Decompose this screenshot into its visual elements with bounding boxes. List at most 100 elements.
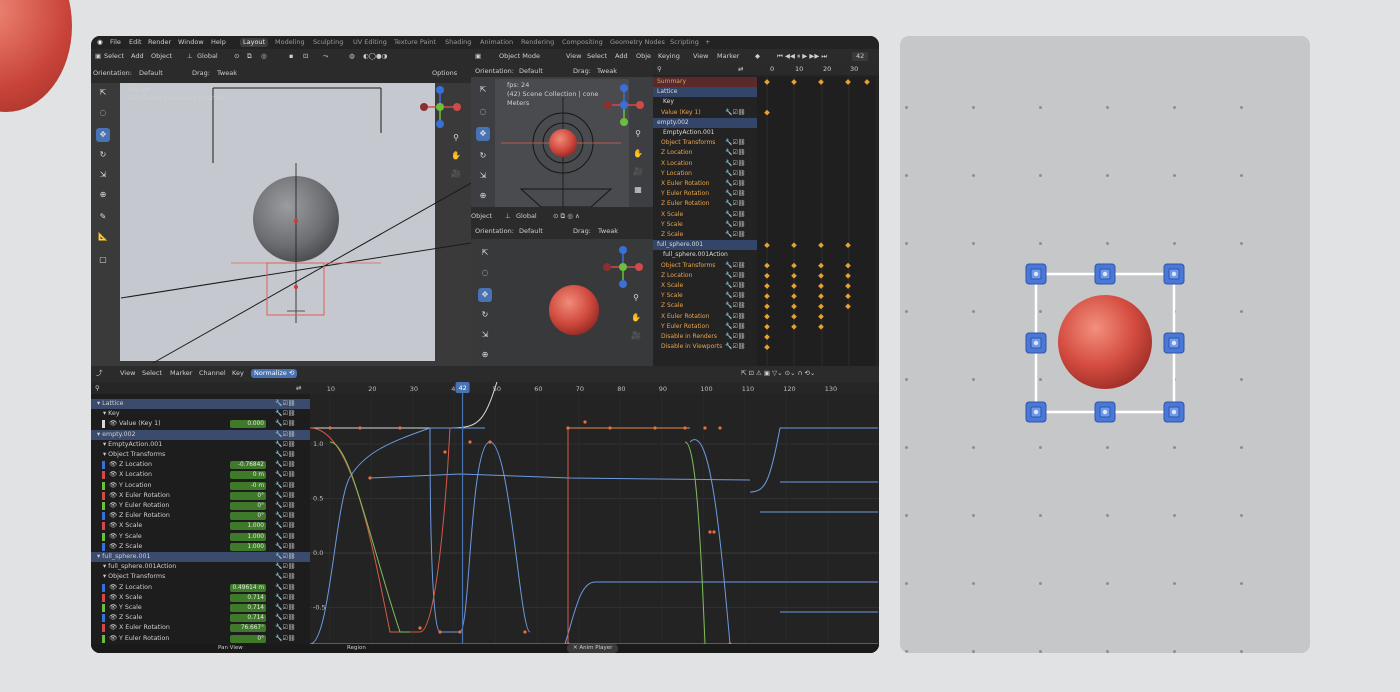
transform-tool-icon-3[interactable]: ⊕ <box>478 348 492 362</box>
tab-rendering[interactable]: Rendering <box>521 38 554 47</box>
graph-channel-row[interactable]: 👁 Z Location 0.49614 m 🔧☑⛓ <box>91 583 310 593</box>
graph-channel-row[interactable]: 👁 Z Euler Rotation 0° 🔧☑⛓ <box>91 511 310 521</box>
graph-channel-value[interactable]: 1.000 <box>230 542 266 551</box>
rotate-tool-icon-3[interactable]: ↻ <box>478 308 492 322</box>
dopesheet-channel[interactable]: Summary <box>653 77 757 87</box>
menu-edit[interactable]: Edit <box>129 38 142 47</box>
dopesheet-channel[interactable]: Y Location 🔧☑⛓ <box>653 169 757 179</box>
normalize-toggle[interactable]: Normalize ⟲ <box>251 369 298 378</box>
graph-channel-value[interactable]: 0° <box>230 502 266 510</box>
graph-channel-row[interactable]: 👁 Y Scale 0.714 🔧☑⛓ <box>91 603 310 613</box>
channel-toggle-icons[interactable]: 🔧☑⛓ <box>275 583 295 593</box>
graph-channel-row[interactable]: ▾ Key 🔧☑⛓ <box>91 409 310 419</box>
menu-object-2[interactable]: Obje <box>636 52 651 61</box>
lattice-handle-cube-icon[interactable] <box>1094 263 1116 285</box>
top-mid-3d-viewport[interactable]: fps: 24 (42) Scene Collection | cone Met… <box>471 77 653 207</box>
transform-orientation-select[interactable]: Global <box>197 52 218 61</box>
dopesheet-menu-marker[interactable]: Marker <box>717 52 739 61</box>
pan-hand-icon[interactable]: ✋ <box>449 149 463 163</box>
tab-uv-editing[interactable]: UV Editing <box>353 38 387 47</box>
channel-toggle-icons[interactable]: 🔧☑⛓ <box>275 634 295 644</box>
graph-channel-row[interactable]: 👁 X Euler Rotation 76.667° 🔧☑⛓ <box>91 623 310 633</box>
channel-toggle-icons[interactable]: 🔧☑⛓ <box>275 450 295 460</box>
graph-channel-row[interactable]: 👁 X Location 0 m 🔧☑⛓ <box>91 470 310 480</box>
graph-channel-value[interactable]: 0° <box>230 634 266 643</box>
graph-channel-row[interactable]: 👁 Z Location -0.76842 🔧☑⛓ <box>91 460 310 470</box>
channel-toggle-icons[interactable]: 🔧☑⛓ <box>275 399 295 409</box>
menu-add[interactable]: Add <box>131 52 144 61</box>
tab-modeling[interactable]: Modeling <box>275 38 305 47</box>
dopesheet-channel[interactable]: X Scale 🔧☑⛓ <box>653 281 757 291</box>
left-3d-viewport[interactable]: fps: 24 (42) Scene Collection | Lattice … <box>91 83 471 366</box>
dopesheet-channel[interactable]: Disable in Viewports 🔧☑⛓ <box>653 342 757 352</box>
lattice-handle-cube-icon[interactable] <box>1025 401 1047 423</box>
dopesheet-channel[interactable]: Z Euler Rotation 🔧☑⛓ <box>653 199 757 209</box>
camera-view-icon[interactable]: 🎥 <box>449 167 463 181</box>
transform-orientation-icon[interactable]: ⊥ <box>187 52 193 61</box>
graph-channel-row[interactable]: 👁 Y Euler Rotation 0° 🔧☑⛓ <box>91 634 310 644</box>
transform-orientation-select-3[interactable]: Global <box>516 212 537 221</box>
cursor-tool-icon-3[interactable]: ⇱ <box>478 246 492 260</box>
channel-toggle-icons[interactable]: 🔧☑⛓ <box>725 230 745 240</box>
dopesheet-channel[interactable]: X Euler Rotation 🔧☑⛓ <box>653 312 757 322</box>
playback-controls-icon[interactable]: ⏮ ◀◀ ⏸ ▶ ▶▶ ⏭ <box>777 52 827 61</box>
graph-channel-value[interactable]: 0 m <box>230 471 266 480</box>
current-frame-field[interactable]: 42 <box>852 52 869 61</box>
channel-toggle-icons[interactable]: 🔧☑⛓ <box>725 179 745 189</box>
graph-channel-row[interactable]: 👁 Z Scale 0.714 🔧☑⛓ <box>91 613 310 623</box>
menu-file[interactable]: File <box>110 38 121 47</box>
graph-channel-value[interactable]: 1.000 <box>230 532 266 541</box>
rotate-tool-icon-2[interactable]: ↻ <box>476 149 490 163</box>
dopesheet-channel[interactable]: Z Location 🔧☑⛓ <box>653 271 757 281</box>
graph-channel-row[interactable]: 👁 Z Scale 1.000 🔧☑⛓ <box>91 542 310 552</box>
orientation-select-2[interactable]: Default <box>519 67 543 76</box>
transform-tool-icon[interactable]: ⊕ <box>96 188 110 202</box>
select-circle-icon[interactable]: ◌ <box>96 106 110 120</box>
channel-toggle-icons[interactable]: 🔧☑⛓ <box>275 572 295 582</box>
graph-search-icon[interactable]: ⚲ <box>95 384 100 393</box>
channel-toggle-icons[interactable]: 🔧☑⛓ <box>275 623 295 633</box>
lattice-handle-cube-icon[interactable] <box>1163 401 1185 423</box>
graph-channel-row[interactable]: 👁 Value (Key 1) 0.000 🔧☑⛓ <box>91 419 310 429</box>
snap-icons-3[interactable]: ⊙ ⧉ ◎ ∧ <box>553 212 580 221</box>
graph-channel-row[interactable]: ▾ empty.002 🔧☑⛓ <box>91 429 310 440</box>
rotate-tool-icon[interactable]: ↻ <box>96 148 110 162</box>
object-mode-select[interactable]: Object Mode <box>499 52 540 61</box>
tab-animation[interactable]: Animation <box>480 38 513 47</box>
channel-toggle-icons[interactable]: 🔧☑⛓ <box>275 501 295 511</box>
channel-toggle-icons[interactable]: 🔧☑⛓ <box>275 542 295 552</box>
dopesheet-channel[interactable]: EmptyAction.001 <box>653 128 757 138</box>
graph-menu-channel[interactable]: Channel <box>199 369 226 378</box>
tab-geometry-nodes[interactable]: Geometry Nodes <box>610 38 665 47</box>
dopesheet-channel[interactable]: full_sphere.001Action <box>653 250 757 260</box>
dopesheet-channel[interactable]: X Euler Rotation 🔧☑⛓ <box>653 179 757 189</box>
graph-channel-row[interactable]: 👁 X Scale 1.000 🔧☑⛓ <box>91 521 310 531</box>
dopesheet-channel[interactable]: Key <box>653 97 757 107</box>
graph-channel-row[interactable]: ▾ Lattice 🔧☑⛓ <box>91 399 310 409</box>
dopesheet-menu-keying[interactable]: Keying <box>658 52 680 61</box>
orientation-select-3[interactable]: Default <box>519 227 543 236</box>
graph-channel-row[interactable]: 👁 Y Euler Rotation 0° 🔧☑⛓ <box>91 501 310 511</box>
graph-channel-value[interactable]: 1.000 <box>230 522 266 531</box>
channel-toggle-icons[interactable]: 🔧☑⛓ <box>275 521 295 531</box>
channel-toggle-icons[interactable]: 🔧☑⛓ <box>725 281 745 291</box>
dopesheet-channel[interactable]: Z Scale 🔧☑⛓ <box>653 230 757 240</box>
zoom-icon[interactable]: ⚲ <box>449 131 463 145</box>
channel-toggle-icons[interactable]: 🔧☑⛓ <box>725 169 745 179</box>
dopesheet-channel[interactable]: Y Euler Rotation 🔧☑⛓ <box>653 189 757 199</box>
red-sphere-medium[interactable] <box>549 285 599 335</box>
channel-toggle-icons[interactable]: 🔧☑⛓ <box>275 440 295 450</box>
viewport-shading-icon[interactable]: ◐◯●◑ <box>363 52 387 61</box>
channel-toggle-icons[interactable]: 🔧☑⛓ <box>725 210 745 220</box>
graph-channel-row[interactable]: ▾ EmptyAction.001 🔧☑⛓ <box>91 440 310 450</box>
channel-toggle-icons[interactable]: 🔧☑⛓ <box>275 603 295 613</box>
channel-toggle-icons[interactable]: 🔧☑⛓ <box>725 148 745 158</box>
xray-icon[interactable]: ⊡ <box>303 52 308 61</box>
menu-object[interactable]: Object <box>151 52 172 61</box>
scale-tool-icon[interactable]: ⇲ <box>96 168 110 182</box>
menu-select[interactable]: Select <box>104 52 124 61</box>
editor-type-icon-2[interactable]: ▣ <box>475 52 481 61</box>
pivot-icon[interactable]: ⊙ <box>234 52 239 61</box>
graph-channel-value[interactable]: 0.714 <box>230 593 266 602</box>
channel-toggle-icons[interactable]: 🔧☑⛓ <box>275 430 295 440</box>
